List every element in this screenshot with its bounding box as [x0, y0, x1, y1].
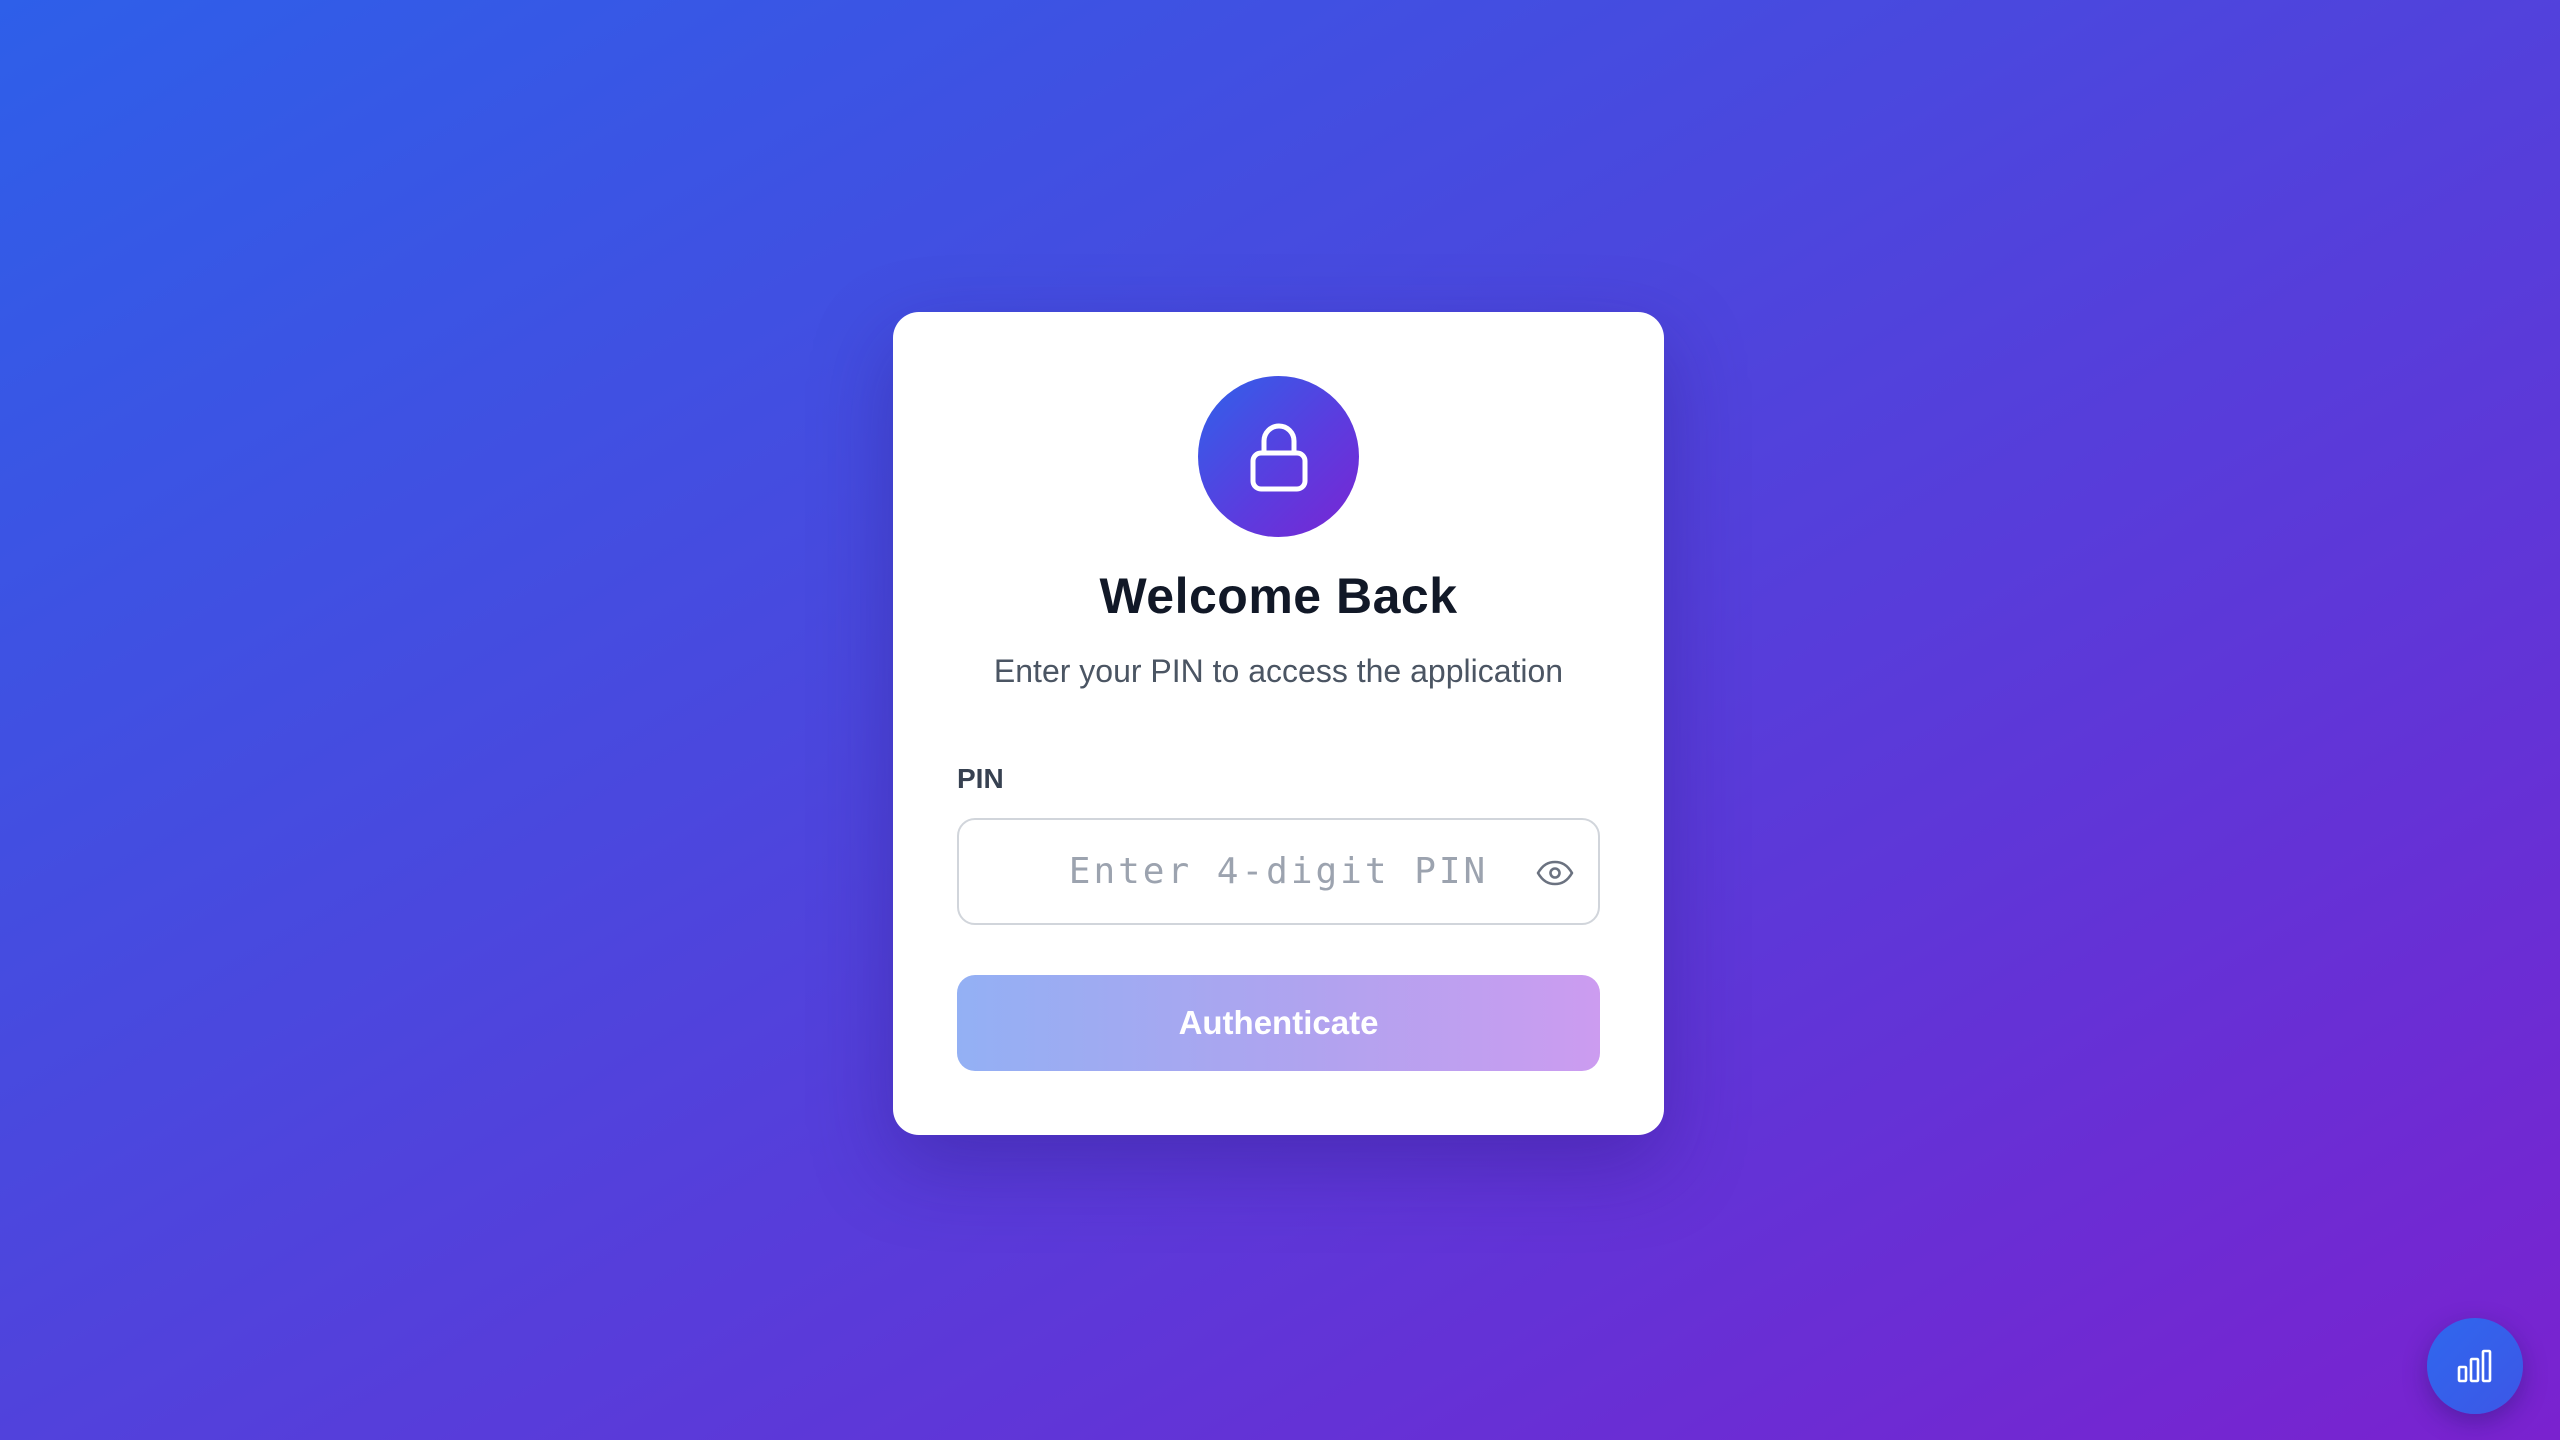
authenticate-button[interactable]: Authenticate: [957, 975, 1600, 1071]
eye-icon: [1536, 860, 1574, 886]
pin-field: [957, 818, 1600, 925]
bar-chart-icon: [2457, 1349, 2492, 1383]
page-title: Welcome Back: [1099, 568, 1458, 624]
pin-label: PIN: [957, 763, 1004, 794]
lock-badge: [1198, 376, 1359, 537]
toggle-pin-visibility-button[interactable]: [1534, 852, 1576, 894]
pin-input[interactable]: [959, 820, 1598, 923]
login-card: Welcome Back Enter your PIN to access th…: [893, 312, 1664, 1135]
page-subtitle: Enter your PIN to access the application: [993, 653, 1564, 689]
lock-icon: [1250, 423, 1307, 491]
analytics-fab-button[interactable]: [2427, 1318, 2523, 1414]
